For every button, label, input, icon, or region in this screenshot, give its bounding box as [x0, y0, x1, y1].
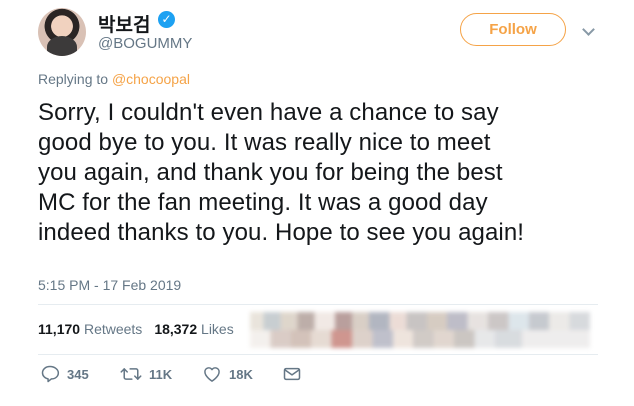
liker-avatars-blurred[interactable]	[250, 312, 590, 348]
retweets-count: 11,170	[38, 321, 81, 337]
replying-to: Replying to @chocoopal	[38, 71, 190, 87]
direct-message-button[interactable]	[282, 363, 302, 385]
divider	[38, 304, 598, 305]
likes-stat[interactable]: 18,372 Likes	[154, 321, 233, 337]
retweet-icon	[120, 368, 142, 380]
retweets-stat[interactable]: 11,170 Retweets	[38, 321, 142, 337]
reply-count: 345	[67, 366, 89, 382]
like-icon	[204, 367, 220, 382]
timestamp[interactable]: 5:15 PM - 17 Feb 2019	[38, 277, 181, 293]
chevron-down-icon[interactable]	[582, 23, 595, 36]
like-count: 18K	[229, 366, 253, 382]
tweet-line: indeed thanks to you. Hope to see you ag…	[38, 219, 525, 246]
reply-button[interactable]: 345	[40, 363, 89, 385]
divider	[38, 354, 598, 355]
user-handle[interactable]: @BOGUMMY	[98, 35, 192, 52]
message-icon	[283, 367, 301, 381]
replying-prefix: Replying to	[38, 71, 109, 87]
like-button[interactable]: 18K	[202, 363, 253, 385]
tweet-text: Sorry, I couldn't even have a chance to …	[38, 98, 618, 248]
reply-icon	[41, 365, 60, 383]
likes-label: Likes	[201, 321, 234, 337]
tweet-line: good bye to you. It was really nice to m…	[38, 129, 491, 156]
reply-to-link[interactable]: @chocoopal	[112, 71, 190, 87]
tweet-line: MC for the fan meeting. It was a good da…	[38, 189, 488, 216]
tweet-stats: 11,170 Retweets 18,372 Likes	[38, 321, 234, 337]
retweet-button[interactable]: 11K	[120, 363, 172, 385]
avatar[interactable]	[38, 8, 86, 56]
retweets-label: Retweets	[83, 321, 143, 337]
verified-icon: ✓	[158, 11, 175, 28]
likes-count: 18,372	[154, 321, 198, 337]
tweet-line: you again, and thank you for being the b…	[38, 159, 503, 186]
retweet-count: 11K	[149, 366, 173, 382]
follow-button[interactable]: Follow	[460, 13, 566, 46]
display-name[interactable]: 박보검	[98, 10, 150, 37]
tweet-line: Sorry, I couldn't even have a chance to …	[38, 99, 499, 126]
